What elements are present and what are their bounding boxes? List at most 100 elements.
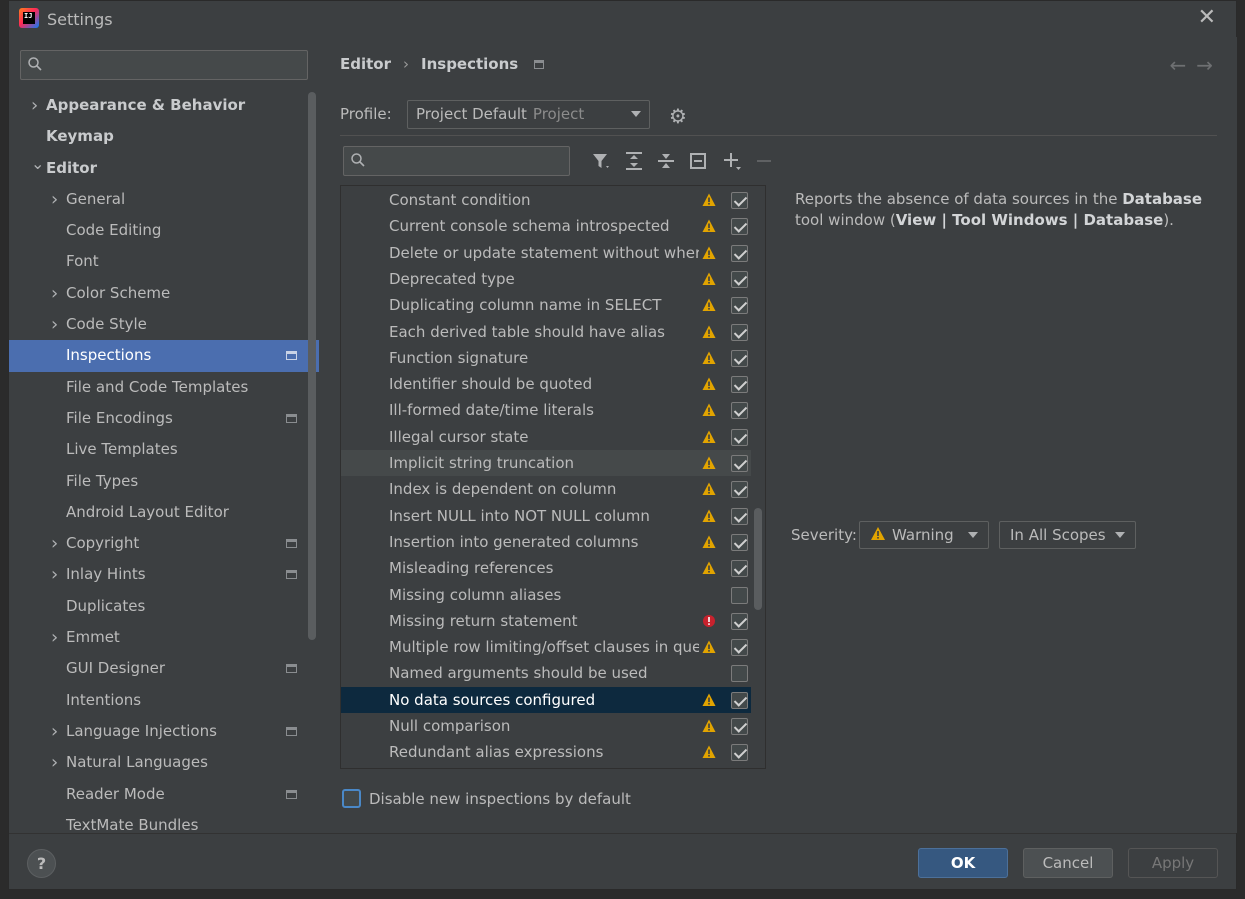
inspection-row[interactable]: Null comparison [341,713,751,739]
sidebar-item-keymap[interactable]: Keymap [9,121,309,152]
sidebar-item-reader-mode[interactable]: Reader Mode [9,779,309,810]
inspection-enabled-checkbox[interactable] [731,586,748,604]
ok-button[interactable]: OK [918,848,1008,878]
chevron-right-icon[interactable]: › [51,184,63,215]
sidebar-item-textmate-bundles[interactable]: TextMate Bundles [9,810,309,833]
inspection-row[interactable]: Multiple row limiting/offset clauses in … [341,634,751,660]
sidebar-item-intentions[interactable]: Intentions [9,685,309,716]
inspection-enabled-checkbox[interactable] [731,376,748,394]
inspection-enabled-checkbox[interactable] [731,560,748,578]
sidebar-item-android-layout-editor[interactable]: Android Layout Editor [9,497,309,528]
inspection-enabled-checkbox[interactable] [731,244,748,262]
inspection-enabled-checkbox[interactable] [731,402,748,420]
inspection-enabled-checkbox[interactable] [731,507,748,525]
chevron-right-icon[interactable]: › [51,528,63,559]
inspection-row[interactable]: Current console schema introspected [341,213,751,239]
scope-dropdown[interactable]: In All Scopes [999,521,1136,549]
chevron-right-icon[interactable]: › [31,90,43,121]
sidebar-item-file-and-code-templates[interactable]: File and Code Templates [9,372,309,403]
expand-all-icon[interactable] [623,150,645,172]
inspection-enabled-checkbox[interactable] [731,455,748,472]
inspection-row[interactable]: Named arguments should be used [341,660,751,686]
inspection-enabled-checkbox[interactable] [731,323,748,341]
sidebar-item-file-types[interactable]: File Types [9,466,309,497]
collapse-all-icon[interactable] [655,150,677,172]
settings-search-box[interactable] [20,50,308,80]
inspection-enabled-checkbox[interactable] [731,718,748,735]
sidebar-item-duplicates[interactable]: Duplicates [9,591,309,622]
sidebar-item-code-editing[interactable]: Code Editing [9,215,309,246]
inspection-enabled-checkbox[interactable] [731,428,748,446]
sidebar-item-inlay-hints[interactable]: › Inlay Hints [9,559,309,590]
inspection-enabled-checkbox[interactable] [731,270,748,288]
inspection-row[interactable]: Deprecated type [341,266,751,292]
inspection-enabled-checkbox[interactable] [731,349,748,367]
sidebar-item-gui-designer[interactable]: GUI Designer [9,653,309,684]
chevron-right-icon[interactable]: › [51,622,63,653]
back-arrow-icon[interactable]: ← [1169,53,1196,77]
add-icon[interactable] [721,150,743,172]
inspection-row[interactable]: Illegal cursor state [341,424,751,450]
chevron-right-icon[interactable]: › [51,716,63,747]
sidebar-item-font[interactable]: Font [9,246,309,277]
sidebar-item-language-injections[interactable]: › Language Injections [9,716,309,747]
chevron-right-icon[interactable]: › [51,309,63,340]
sidebar-item-file-encodings[interactable]: File Encodings [9,403,309,434]
forward-arrow-icon[interactable]: → [1196,53,1223,77]
inspection-row[interactable]: Missing column aliases [341,582,751,608]
inspection-enabled-checkbox[interactable] [731,533,748,551]
settings-search-input[interactable] [51,54,301,76]
help-icon[interactable]: ? [27,849,56,878]
inspection-row[interactable]: Delete or update statement without where… [341,240,751,266]
inspection-row[interactable]: Insert NULL into NOT NULL column [341,503,751,529]
apply-button[interactable]: Apply [1128,848,1218,878]
inspection-row[interactable]: Missing return statement [341,608,751,634]
sidebar-item-natural-languages[interactable]: › Natural Languages [9,747,309,778]
sidebar-item-color-scheme[interactable]: › Color Scheme [9,278,309,309]
inspection-enabled-checkbox[interactable] [731,192,748,209]
remove-icon[interactable] [753,150,775,172]
inspection-row[interactable]: Implicit string truncation [341,450,751,477]
chevron-right-icon[interactable]: › [51,278,63,309]
list-scrollbar[interactable] [754,508,762,610]
inspection-row[interactable]: Each derived table should have alias [341,319,751,345]
inspection-row[interactable]: Function signature [341,345,751,371]
chevron-down-icon[interactable]: ⌄ [31,148,44,179]
inspection-enabled-checkbox[interactable] [731,639,748,657]
sidebar-scrollbar[interactable] [308,92,316,640]
profile-dropdown[interactable]: Project Default Project [407,100,650,129]
severity-dropdown[interactable]: Warning [859,521,989,549]
inspection-enabled-checkbox[interactable] [731,218,748,236]
inspection-row[interactable]: Constant condition [341,187,751,213]
filter-icon[interactable] [591,150,613,172]
sidebar-item-copyright[interactable]: › Copyright [9,528,309,559]
sidebar-item-code-style[interactable]: › Code Style [9,309,309,340]
inspection-row[interactable]: Identifier should be quoted [341,371,751,397]
inspection-row[interactable]: Insertion into generated columns [341,529,751,555]
sidebar-item-appearance-behavior[interactable]: › Appearance & Behavior [9,90,309,121]
inspection-search-box[interactable] [343,146,570,176]
inspection-row[interactable]: Duplicating column name in SELECT [341,292,751,318]
gear-icon[interactable]: ⚙ [669,104,687,128]
sidebar-item-general[interactable]: › General [9,184,309,215]
inspection-enabled-checkbox[interactable] [731,481,748,499]
chevron-right-icon[interactable]: › [51,559,63,590]
breadcrumb-parent[interactable]: Editor [340,55,391,73]
inspection-row[interactable]: Redundant alias expressions [341,739,751,765]
inspection-enabled-checkbox[interactable] [731,665,748,683]
inspection-enabled-checkbox[interactable] [731,691,748,709]
inspection-row[interactable]: Index is dependent on column [341,476,751,502]
inspection-row[interactable]: Ill-formed date/time literals [341,397,751,423]
sidebar-item-editor[interactable]: ⌄ Editor [9,153,309,184]
sidebar-item-live-templates[interactable]: Live Templates [9,434,309,465]
sidebar-item-emmet[interactable]: › Emmet [9,622,309,653]
cancel-button[interactable]: Cancel [1023,848,1113,878]
inspection-enabled-checkbox[interactable] [731,744,748,762]
inspection-enabled-checkbox[interactable] [731,297,748,315]
inspection-enabled-checkbox[interactable] [731,612,748,630]
sidebar-item-inspections[interactable]: Inspections [9,340,319,372]
chevron-right-icon[interactable]: › [51,747,63,778]
disable-new-inspections-checkbox[interactable] [342,789,361,808]
reset-icon[interactable] [687,150,709,172]
close-icon[interactable]: ✕ [1198,7,1216,29]
